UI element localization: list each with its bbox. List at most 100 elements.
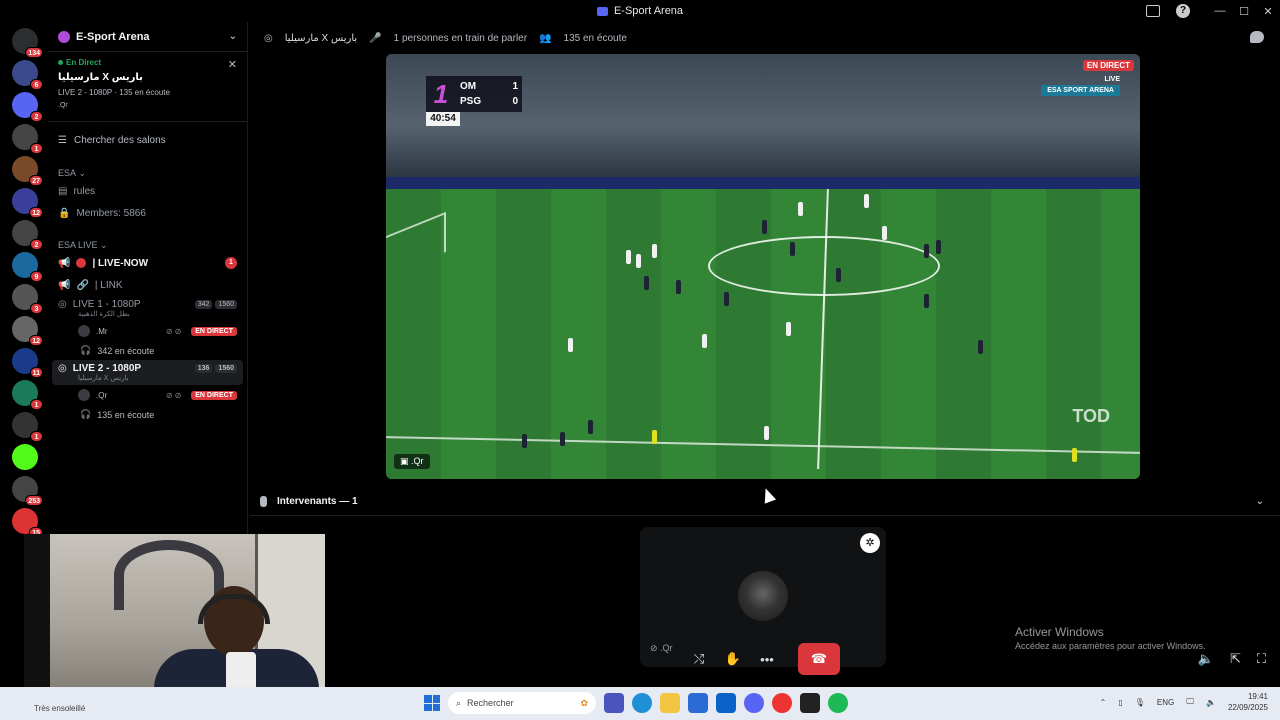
language-indicator[interactable]: ENG (1157, 698, 1174, 707)
score-away: 0 (512, 96, 518, 107)
stream-video[interactable]: 1 OM 1 PSG 0 40:54 EN DIRECT LIVE ESA SPOR… (386, 54, 1140, 479)
speaker-name: .Qr (660, 643, 673, 653)
channel-live-now[interactable]: 📢 | LIVE-NOW 1 (48, 252, 247, 274)
deafened-icon: ⊘ (650, 643, 661, 653)
server-icon[interactable]: 15 (12, 508, 43, 538)
chevron-down-icon: ⌄ (76, 167, 87, 178)
voice-channel-live-1[interactable]: ◎ LIVE 1 - 1080P 342 1560 بطل الكرة الذهبي… (48, 296, 247, 321)
taskbar-search[interactable]: ⌕ Rechercher ✿ (448, 692, 596, 714)
kick-icon[interactable] (12, 444, 38, 470)
discord-icon[interactable]: 2 (12, 92, 43, 122)
voice-channel-live-2[interactable]: ◎ LIVE 2 - 1080P 136 1560 مارسيليا X باريس (52, 360, 243, 385)
period-number: 1 (433, 79, 449, 109)
server-icon[interactable]: 11 (12, 348, 43, 378)
player (626, 250, 631, 264)
player (790, 242, 795, 256)
category-esa-live[interactable]: ESA LIVE ⌄ (48, 238, 247, 252)
file-explorer-icon[interactable] (660, 693, 680, 713)
server-icon[interactable]: 12 (12, 316, 43, 346)
call-controls: ⤭ ✋ ••• ☎ (686, 643, 840, 675)
live-status: En Direct (58, 58, 237, 67)
live-card[interactable]: En Direct مارسيليا X باريس LIVE 2 - 1080… (48, 52, 247, 122)
chevron-up-icon[interactable]: ⌃ (1100, 698, 1107, 707)
server-icon[interactable]: 1 (12, 380, 43, 410)
category-esa[interactable]: ESA ⌄ (48, 166, 247, 180)
mic-muted-icon: ⊘ (165, 326, 173, 336)
server-icon[interactable]: 253 (12, 476, 43, 506)
raise-hand-icon[interactable]: ✋ (720, 643, 746, 675)
megaphone-icon: 📢 (58, 257, 71, 269)
network-icon[interactable]: 🖵 (1186, 697, 1194, 707)
search-channels-icon: ☰ (58, 134, 67, 146)
volume-icon[interactable]: 🔈 (1206, 698, 1216, 707)
channel-link[interactable]: 📢 🔗 | LINK (48, 274, 247, 296)
outlook-icon[interactable] (716, 693, 736, 713)
server-icon[interactable]: 3 (12, 284, 43, 314)
chevron-down-icon[interactable]: ⌄ (1256, 496, 1264, 507)
server-icon[interactable]: 12 (12, 188, 43, 218)
chrome-icon[interactable] (772, 693, 792, 713)
listeners-row[interactable]: 🎧 135 en écoute (48, 405, 247, 424)
minimize-button[interactable]: — (1208, 5, 1232, 17)
more-options-icon[interactable]: ••• (754, 643, 780, 675)
weather-label[interactable]: Très ensoleillé (34, 704, 85, 713)
listeners-label: 342 en écoute (97, 345, 155, 356)
voice-member[interactable]: .Mr ⊘ ⊘ EN DIRECT (48, 321, 247, 341)
live-badge: EN DIRECT (191, 326, 237, 336)
spotify-icon[interactable] (828, 693, 848, 713)
discord-icon[interactable] (744, 693, 764, 713)
server-icon[interactable]: 2 (12, 220, 43, 250)
server-icon[interactable]: 1 (12, 124, 43, 154)
listeners-icon: 👥 (539, 32, 552, 44)
usb-icon[interactable]: ▯ (1118, 698, 1122, 707)
volume-icon[interactable]: 🔈 (1198, 651, 1214, 667)
player (798, 202, 803, 216)
system-tray: ⌃ ▯ 🎙 ENG 🖵 🔈 19:41 22/09/2025 (1100, 691, 1268, 713)
player (864, 194, 869, 208)
gear-icon[interactable]: ✲ (860, 533, 880, 553)
close-icon[interactable]: ✕ (228, 58, 237, 71)
discord-home-icon[interactable]: 134 (12, 28, 43, 58)
maximize-button[interactable]: ☐ (1232, 5, 1256, 18)
lock-icon: 🔒 (58, 207, 71, 219)
teams-icon[interactable] (604, 693, 624, 713)
disconnect-button[interactable]: ☎ (798, 643, 840, 675)
notification-badge: 1 (30, 431, 43, 442)
channel-members[interactable]: 🔒 Members: 5866 (48, 202, 247, 224)
server-icon[interactable]: 27 (12, 156, 43, 186)
guild-header[interactable]: E-Sport Arena ⌄ (48, 22, 247, 52)
search-channels-button[interactable]: ☰ Chercher des salons (48, 122, 247, 158)
mic-icon[interactable]: 🎙 (1135, 698, 1145, 707)
windows-activation-watermark: Activer Windows Accédez aux paramètres p… (1015, 625, 1206, 651)
edge-icon[interactable] (632, 693, 652, 713)
chat-icon[interactable] (1250, 31, 1264, 43)
help-icon[interactable]: ? (1176, 4, 1190, 18)
listeners-row[interactable]: 🎧 342 en écoute (48, 341, 247, 360)
start-button[interactable] (424, 695, 440, 711)
voice-member[interactable]: .Qr ⊘ ⊘ EN DIRECT (48, 385, 247, 405)
server-icon[interactable]: 1 (12, 412, 43, 442)
server-icon[interactable]: 9 (12, 252, 43, 282)
channel-rules[interactable]: ▤ rules (48, 180, 247, 202)
mic-icon: 🎤 (369, 32, 382, 44)
taskbar-time: 19:41 (1247, 692, 1268, 701)
close-button[interactable]: ✕ (1256, 5, 1280, 18)
inbox-icon[interactable] (1146, 5, 1160, 17)
fullscreen-icon[interactable]: ⛶ (1257, 651, 1266, 667)
capcut-icon[interactable] (800, 693, 820, 713)
score-row-away: PSG 0 (460, 94, 518, 109)
guild-icon (58, 30, 70, 43)
player (1072, 448, 1077, 462)
link-icon: 🔗 (76, 279, 89, 291)
store-icon[interactable] (688, 693, 708, 713)
taskbar-clock[interactable]: 19:41 22/09/2025 (1228, 691, 1268, 713)
speakers-header[interactable]: Intervenants — 1 ⌄ (250, 488, 1280, 516)
popout-icon[interactable]: ⇱ (1230, 651, 1241, 667)
user-limit: 1560 (215, 300, 237, 309)
voice-channel-name: LIVE 1 - 1080P (72, 299, 141, 310)
chevron-down-icon[interactable]: ⌄ (229, 31, 237, 42)
player (936, 240, 941, 254)
category-esa-label: ESA (58, 168, 77, 178)
server-icon[interactable]: 6 (12, 60, 43, 90)
stop-stream-icon[interactable]: ⤭ (686, 643, 712, 675)
